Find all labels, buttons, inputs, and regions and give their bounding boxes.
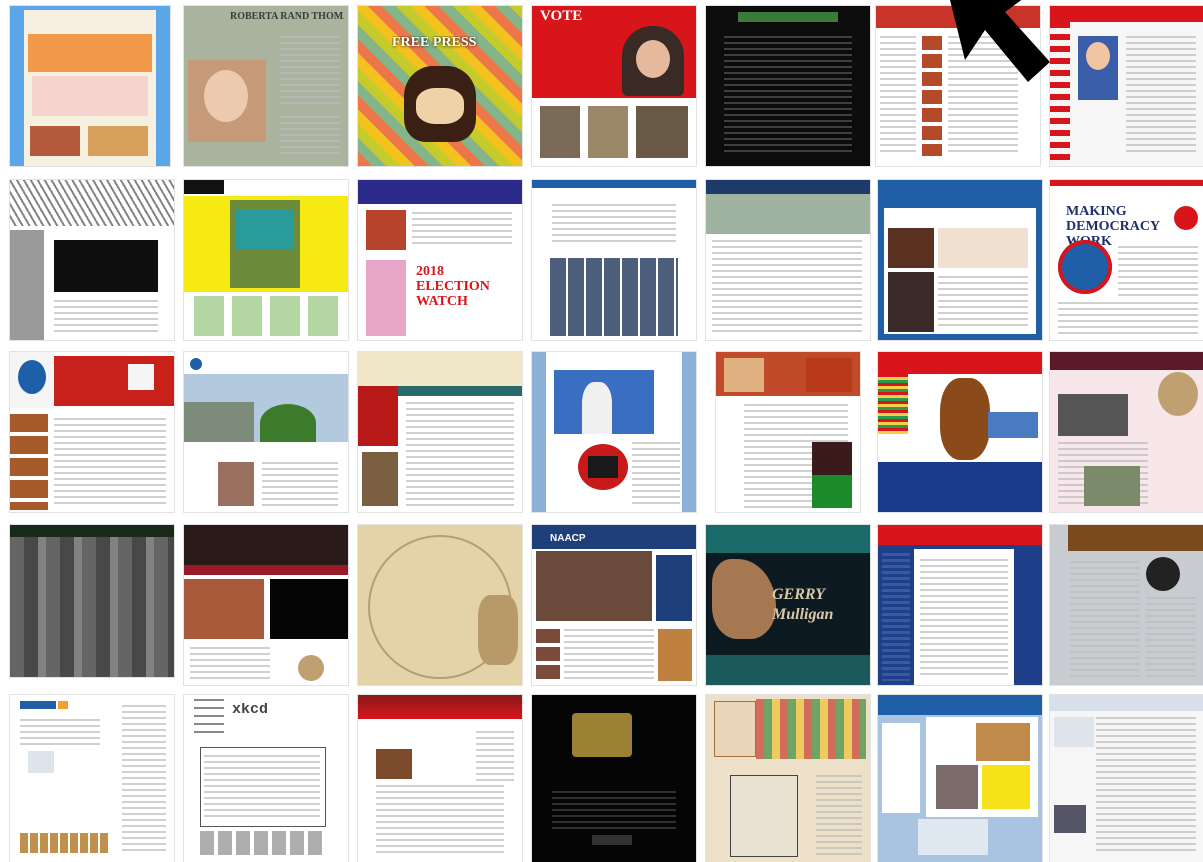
thumbnail-r4c7[interactable] (1050, 525, 1203, 685)
thumbnail-r3c3[interactable] (358, 352, 522, 512)
thumbnail-r5c1[interactable] (10, 695, 174, 862)
thumbnail-r2c3[interactable]: 2018 ELECTION WATCH (358, 180, 522, 340)
thumbnail-r1c4[interactable]: VOTE (532, 6, 696, 166)
thumbnail-r2c2[interactable] (184, 180, 348, 340)
thumbnail-title: 2018 ELECTION WATCH (416, 264, 490, 309)
thumbnail-title: xkcd (232, 703, 269, 716)
screenshot-grid: ROBERTA RAND THOMAS FREE PRESS VOTE 2018… (0, 0, 1203, 862)
thumbnail-r4c1[interactable] (10, 525, 174, 677)
thumbnail-r1c1[interactable] (10, 6, 170, 166)
thumbnail-r5c3[interactable] (358, 695, 522, 862)
thumbnail-r4c4[interactable]: NAACP (532, 525, 696, 685)
thumbnail-r2c7[interactable]: MAKING DEMOCRACY WORK (1050, 180, 1203, 340)
thumbnail-r2c5[interactable] (706, 180, 870, 340)
thumbnail-r5c6[interactable] (878, 695, 1042, 862)
thumbnail-title: FREE PRESS (392, 36, 477, 49)
thumbnail-r3c7[interactable] (1050, 352, 1203, 512)
thumbnail-r5c7[interactable] (1050, 695, 1203, 862)
thumbnail-r4c3[interactable] (358, 525, 522, 685)
thumbnail-r1c5[interactable] (706, 6, 870, 166)
thumbnail-r3c6[interactable] (878, 352, 1042, 512)
thumbnail-r2c1[interactable] (10, 180, 174, 340)
thumbnail-r4c5[interactable]: GERRY Mulligan (706, 525, 870, 685)
thumbnail-r3c5[interactable] (716, 352, 860, 512)
thumbnail-r5c4[interactable] (532, 695, 696, 862)
thumbnail-r5c5[interactable] (706, 695, 870, 862)
thumbnail-r1c7[interactable] (1050, 6, 1203, 166)
thumbnail-r3c1[interactable] (10, 352, 174, 512)
thumbnail-r2c6[interactable] (878, 180, 1042, 340)
thumbnail-r1c2[interactable]: ROBERTA RAND THOMAS (184, 6, 348, 166)
thumbnail-r3c2[interactable] (184, 352, 348, 512)
thumbnail-title: NAACP (550, 533, 586, 544)
thumbnail-title: VOTE (540, 10, 583, 23)
thumbnail-r5c2[interactable]: xkcd (184, 695, 348, 862)
thumbnail-title: ROBERTA RAND THOMAS (230, 11, 344, 22)
thumbnail-title: GERRY Mulligan (772, 586, 834, 623)
mouse-pointer-icon (950, 0, 1050, 82)
thumbnail-r1c3[interactable]: FREE PRESS (358, 6, 522, 166)
thumbnail-r3c4[interactable] (532, 352, 696, 512)
thumbnail-r4c2[interactable] (184, 525, 348, 685)
thumbnail-r2c4[interactable] (532, 180, 696, 340)
thumbnail-r4c6[interactable] (878, 525, 1042, 685)
